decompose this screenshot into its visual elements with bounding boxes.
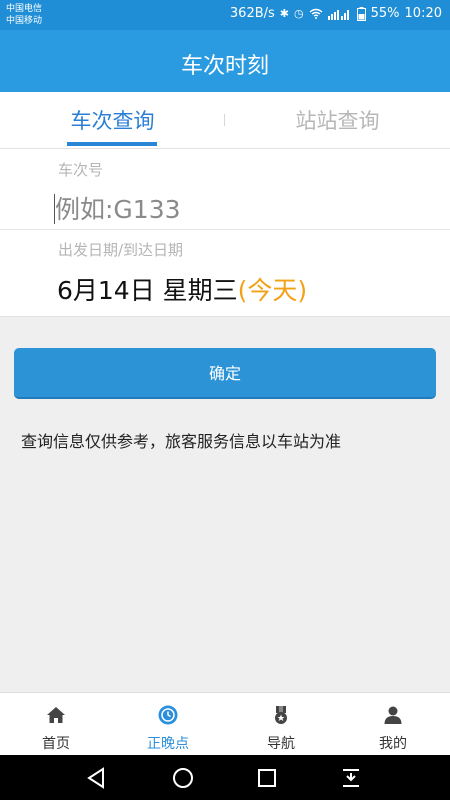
tab-bar: 车次查询 站站查询 [0,92,450,149]
date-value: 6月14日 星期三 [57,276,238,305]
today-tag: (今天) [237,276,308,305]
clock-time: 10:20 [404,6,442,21]
carrier-2: 中国移动 [6,16,43,26]
nav-home[interactable]: 首页 [0,693,112,756]
bluetooth-icon: ✱ [279,7,290,20]
battery-percent: 55% [370,6,400,21]
battery-icon [356,6,366,21]
recent-apps-icon[interactable] [254,765,280,791]
signal-icon [327,9,349,20]
wifi-icon [309,8,323,19]
medal-icon [275,706,287,724]
back-icon[interactable] [84,765,110,791]
status-right: 362B/s ✱ ◷ 55% 10:20 [230,6,442,21]
tab-station-query[interactable]: 站站查询 [225,92,450,148]
query-form: 车次号 出发日期/到达日期 6月14日 星期三(今天) [0,149,450,317]
nav-navigation[interactable]: 导航 [225,693,337,756]
alarm-icon: ◷ [294,7,304,20]
train-number-input[interactable] [55,189,415,229]
page-title: 车次时刻 [180,54,269,79]
nav-home-label: 首页 [42,736,70,752]
confirm-button[interactable]: 确定 [14,348,436,399]
train-number-label: 车次号 [58,161,104,179]
tab-train-query[interactable]: 车次查询 [0,92,225,148]
date-label: 出发日期/到达日期 [58,241,184,259]
active-tab-indicator [67,142,157,146]
form-divider [0,229,450,230]
user-icon [384,706,402,724]
carrier-1: 中国电信 [6,4,43,14]
clock-icon [158,705,178,725]
status-bar: 中国电信 中国移动 362B/s ✱ ◷ 55% 10:20 [0,0,450,30]
nav-mine-label: 我的 [379,736,407,752]
nav-mine[interactable]: 我的 [337,693,449,756]
home-icon [47,707,65,723]
bottom-nav: 首页 正晚点 导航 我的 [0,692,450,755]
app-header: 车次时刻 [0,30,450,92]
system-nav-bar [0,755,450,800]
nav-punctuality[interactable]: 正晚点 [112,693,224,756]
nav-navigation-label: 导航 [267,736,295,752]
disclaimer-text: 查询信息仅供参考，旅客服务信息以车站为准 [21,432,342,451]
home-circle-icon[interactable] [170,765,196,791]
date-picker[interactable]: 6月14日 星期三(今天) [57,271,307,307]
carrier-info: 中国电信 中国移动 [6,3,42,27]
nav-punctuality-label: 正晚点 [147,736,189,752]
notification-drawer-icon[interactable] [338,765,364,791]
network-speed: 362B/s [229,6,275,21]
